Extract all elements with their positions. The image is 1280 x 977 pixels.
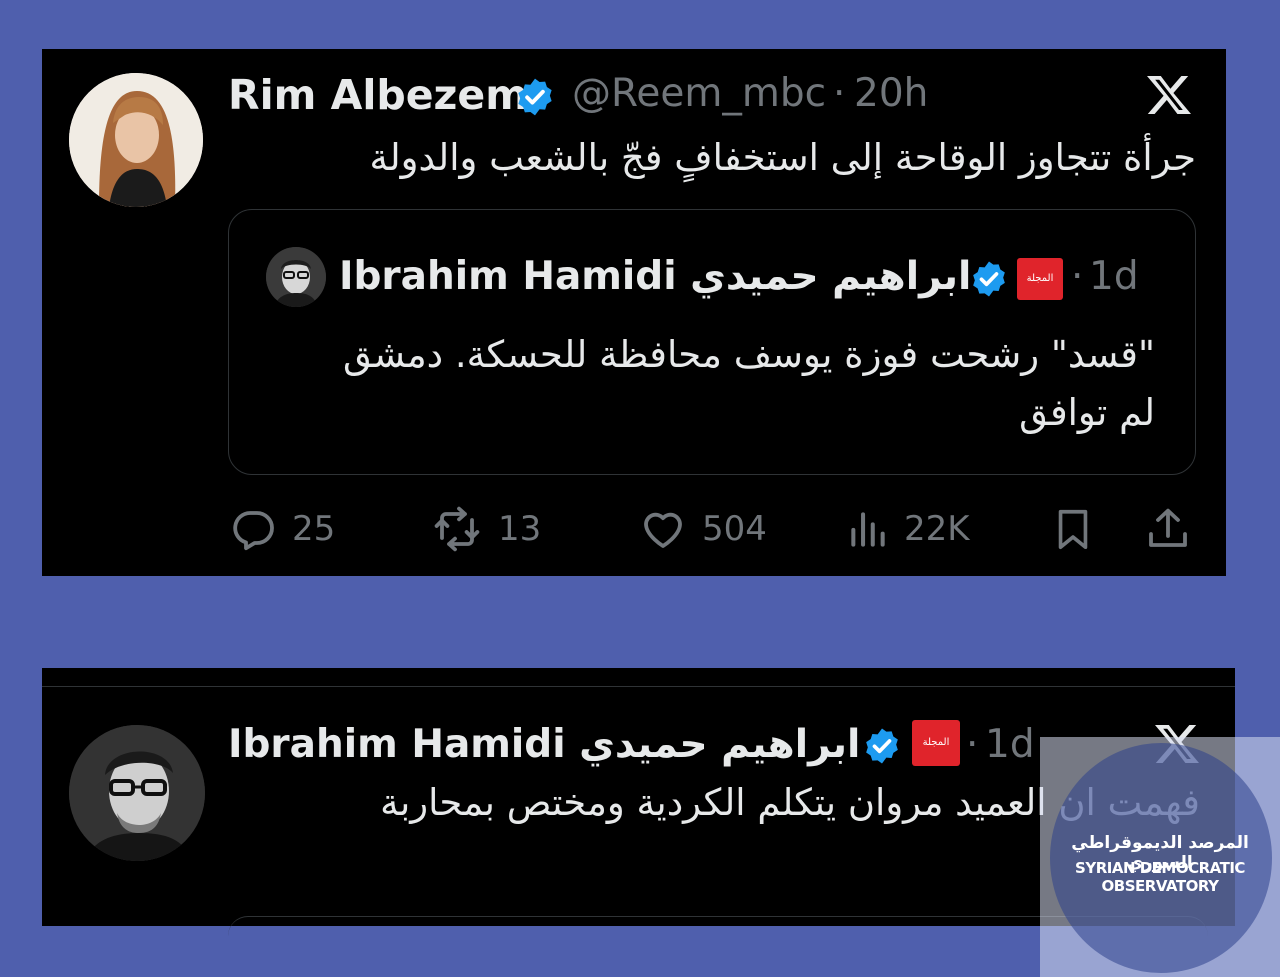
tweet-text: جرأة تتجاوز الوقاحة إلى استخفافٍ فجّ بال… (369, 136, 1196, 179)
tweet-time[interactable]: 20h (854, 71, 928, 116)
meta-dot: · (1071, 254, 1084, 299)
quoted-tweet-text-line-2: لم توافق (1019, 391, 1155, 434)
avatar-ibrahim-hamidi[interactable] (69, 725, 205, 861)
meta-dot: · (833, 71, 846, 116)
reply-button[interactable]: 25 (228, 504, 335, 554)
avatar-portrait-image (266, 247, 326, 307)
verified-icon (518, 78, 552, 116)
repost-icon (434, 506, 480, 552)
bookmark-button[interactable] (1050, 504, 1096, 554)
x-logo-icon (1147, 76, 1191, 114)
watermark-english-text: SYRIAN DEMOCRATIC OBSERVATORY (1075, 859, 1245, 895)
quoted-author-name[interactable]: Ibrahim Hamidi ابراهيم حميدي (339, 254, 971, 299)
author-name[interactable]: Rim Albezem (228, 71, 528, 119)
verified-icon (866, 728, 898, 764)
share-button[interactable] (1143, 504, 1193, 554)
avatar-ibrahim-hamidi-small[interactable] (266, 247, 326, 307)
quoted-tweet-time[interactable]: 1d (1089, 254, 1139, 299)
like-count: 504 (702, 509, 767, 549)
meta-dot: · (966, 722, 979, 767)
views-icon (851, 512, 885, 547)
avatar-portrait-image (69, 73, 203, 207)
views-button[interactable]: 22K (846, 504, 970, 554)
reply-icon (233, 511, 274, 551)
affiliation-badge[interactable]: المجلة (912, 720, 960, 766)
tweet-card-1[interactable]: Rim Albezem @Reem_mbc · 20h جرأة تتجاوز … (42, 49, 1226, 576)
bookmark-icon (1058, 509, 1088, 550)
quoted-tweet-text-line-1: "قسد" رشحت فوزة يوسف محافظة للحسكة. دمشق (342, 333, 1155, 376)
repost-count: 13 (498, 509, 542, 549)
affiliation-badge[interactable]: المجلة (1017, 258, 1063, 300)
view-count: 22K (904, 509, 970, 549)
like-button[interactable]: 504 (638, 504, 767, 554)
like-icon (644, 512, 682, 548)
author-handle[interactable]: @Reem_mbc (572, 71, 826, 116)
watermark-logo: المرصد الديموقراطي السوري SYRIAN DEMOCRA… (1040, 737, 1280, 977)
author-name[interactable]: Ibrahim Hamidi ابراهيم حميدي (228, 722, 860, 767)
reply-count: 25 (292, 509, 336, 549)
repost-button[interactable]: 13 (430, 504, 541, 554)
divider (42, 686, 1235, 687)
tweet-time[interactable]: 1d (985, 722, 1035, 767)
share-icon (1149, 508, 1187, 547)
avatar-portrait-image (69, 725, 205, 861)
avatar-rim-albezem[interactable] (69, 73, 203, 207)
verified-icon (973, 261, 1005, 297)
quoted-tweet[interactable]: Ibrahim Hamidi ابراهيم حميدي المجلة · 1d… (228, 209, 1196, 475)
